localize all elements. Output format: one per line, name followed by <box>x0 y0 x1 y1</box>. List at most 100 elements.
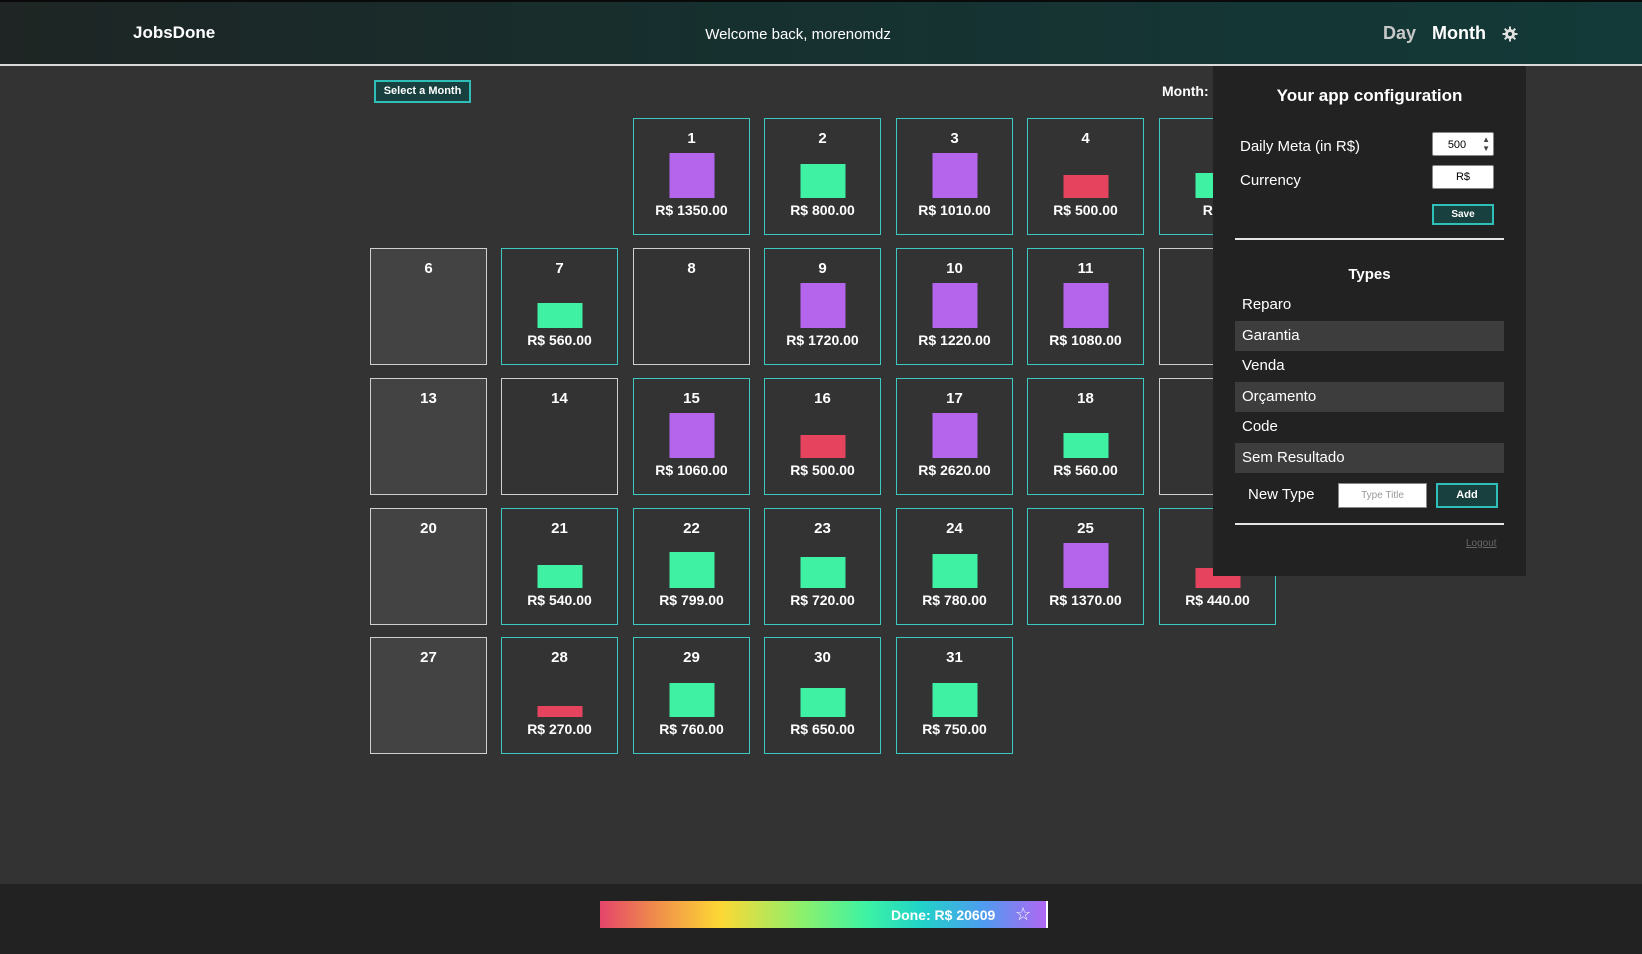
day-amount: R$ 270.00 <box>527 721 592 737</box>
day-amount: R$ 650.00 <box>790 721 855 737</box>
day-progress-bar <box>669 413 714 458</box>
day-progress-bar <box>800 435 845 458</box>
day-progress-bar <box>537 706 582 717</box>
day-amount: R$ 440.00 <box>1185 592 1250 608</box>
config-divider <box>1235 238 1504 240</box>
day-amount: R$ 750.00 <box>922 721 987 737</box>
day-number: 13 <box>420 390 437 407</box>
calendar-day[interactable]: 9 R$ 1720.00 <box>764 248 881 365</box>
daily-meta-value: 500 <box>1447 139 1467 151</box>
calendar-day[interactable]: 20 <box>370 508 487 625</box>
calendar-day[interactable]: 31 R$ 750.00 <box>896 637 1013 754</box>
calendar-day[interactable]: 14 <box>501 378 618 495</box>
calendar-day[interactable]: 16 R$ 500.00 <box>764 378 881 495</box>
type-item[interactable]: Garantia <box>1235 321 1504 351</box>
day-amount: R$ 1370.00 <box>1049 592 1122 608</box>
calendar-day[interactable]: 15 R$ 1060.00 <box>633 378 750 495</box>
day-amount: R$ 799.00 <box>659 592 724 608</box>
day-progress-bar <box>800 688 845 717</box>
day-number: 16 <box>814 390 831 407</box>
day-progress-bar <box>932 283 977 328</box>
types-divider <box>1235 523 1504 525</box>
calendar-day[interactable]: 6 <box>370 248 487 365</box>
day-amount: R$ 1060.00 <box>655 462 728 478</box>
calendar-day[interactable]: 8 <box>633 248 750 365</box>
select-month-button[interactable]: Select a Month <box>374 80 471 103</box>
calendar-day[interactable]: 2 R$ 800.00 <box>764 118 881 235</box>
new-type-input[interactable]: Type Title <box>1338 483 1427 508</box>
type-item[interactable]: Venda <box>1235 351 1504 381</box>
add-type-button[interactable]: Add <box>1436 483 1498 508</box>
day-number: 21 <box>551 520 568 537</box>
day-number: 17 <box>946 390 963 407</box>
calendar-day[interactable]: 27 <box>370 637 487 754</box>
type-item[interactable]: Orçamento <box>1235 382 1504 412</box>
day-progress-bar <box>1063 283 1108 328</box>
day-number: 1 <box>687 130 696 147</box>
calendar-day[interactable]: 11 R$ 1080.00 <box>1027 248 1144 365</box>
day-number: 8 <box>687 260 696 277</box>
calendar-day[interactable]: 13 <box>370 378 487 495</box>
calendar-day[interactable]: 4 R$ 500.00 <box>1027 118 1144 235</box>
day-number: 2 <box>818 130 827 147</box>
day-progress-bar <box>669 552 714 588</box>
config-title: Your app configuration <box>1276 86 1463 105</box>
day-number: 10 <box>946 260 963 277</box>
type-item[interactable]: Sem Resultado <box>1235 443 1504 473</box>
star-icon[interactable]: ☆ <box>1015 904 1031 925</box>
type-item[interactable]: Code <box>1235 412 1504 442</box>
calendar-day[interactable]: 28 R$ 270.00 <box>501 637 618 754</box>
day-number: 23 <box>814 520 831 537</box>
day-amount: R$ 720.00 <box>790 592 855 608</box>
calendar-day[interactable]: 25 R$ 1370.00 <box>1027 508 1144 625</box>
calendar-day[interactable]: 18 R$ 560.00 <box>1027 378 1144 495</box>
day-number: 28 <box>551 649 568 666</box>
nav-month-link[interactable]: Month <box>1432 23 1486 44</box>
day-progress-bar <box>669 153 714 198</box>
logout-link[interactable]: Logout <box>1466 538 1497 549</box>
daily-meta-input[interactable]: 500 ▲ ▼ <box>1432 132 1494 156</box>
day-progress-bar <box>932 683 977 717</box>
day-number: 18 <box>1077 390 1094 407</box>
day-progress-bar <box>800 283 845 328</box>
day-number: 27 <box>420 649 437 666</box>
calendar-day[interactable]: 7 R$ 560.00 <box>501 248 618 365</box>
new-type-label: New Type <box>1248 486 1315 503</box>
calendar-day[interactable]: 24 R$ 780.00 <box>896 508 1013 625</box>
calendar-day[interactable]: 30 R$ 650.00 <box>764 637 881 754</box>
calendar-day[interactable]: 3 R$ 1010.00 <box>896 118 1013 235</box>
day-progress-bar <box>800 557 845 588</box>
calendar-day[interactable]: 29 R$ 760.00 <box>633 637 750 754</box>
day-amount: R$ 1080.00 <box>1049 332 1122 348</box>
day-progress-bar <box>800 164 845 198</box>
save-button[interactable]: Save <box>1432 204 1494 225</box>
currency-label: Currency <box>1240 172 1301 189</box>
calendar-day[interactable]: 22 R$ 799.00 <box>633 508 750 625</box>
day-number: 31 <box>946 649 963 666</box>
day-progress-bar <box>1063 543 1108 588</box>
calendar-day[interactable]: 1 R$ 1350.00 <box>633 118 750 235</box>
day-amount: R$ 560.00 <box>1053 462 1118 478</box>
calendar-day[interactable]: 21 R$ 540.00 <box>501 508 618 625</box>
day-amount: R$ 760.00 <box>659 721 724 737</box>
day-amount: R$ 560.00 <box>527 332 592 348</box>
day-progress-bar <box>1063 433 1108 458</box>
calendar-day[interactable]: 23 R$ 720.00 <box>764 508 881 625</box>
calendar-day[interactable]: 10 R$ 1220.00 <box>896 248 1013 365</box>
daily-meta-label: Daily Meta (in R$) <box>1240 138 1361 155</box>
day-progress-bar <box>669 683 714 717</box>
day-amount: R$ 500.00 <box>790 462 855 478</box>
day-amount: R$ 1220.00 <box>918 332 991 348</box>
day-amount: R$ 800.00 <box>790 202 855 218</box>
nav-day-link[interactable]: Day <box>1383 23 1416 44</box>
day-progress-bar <box>537 303 582 328</box>
day-number: 14 <box>551 390 568 407</box>
type-item[interactable]: Reparo <box>1235 290 1504 320</box>
gear-icon[interactable] <box>1502 26 1518 42</box>
day-number: 11 <box>1077 260 1094 277</box>
day-amount: R$ 1350.00 <box>655 202 728 218</box>
day-progress-bar <box>1063 175 1108 198</box>
stepper-arrows-icon[interactable]: ▲ ▼ <box>1482 135 1490 153</box>
currency-input[interactable]: R$ <box>1432 165 1494 189</box>
calendar-day[interactable]: 17 R$ 2620.00 <box>896 378 1013 495</box>
